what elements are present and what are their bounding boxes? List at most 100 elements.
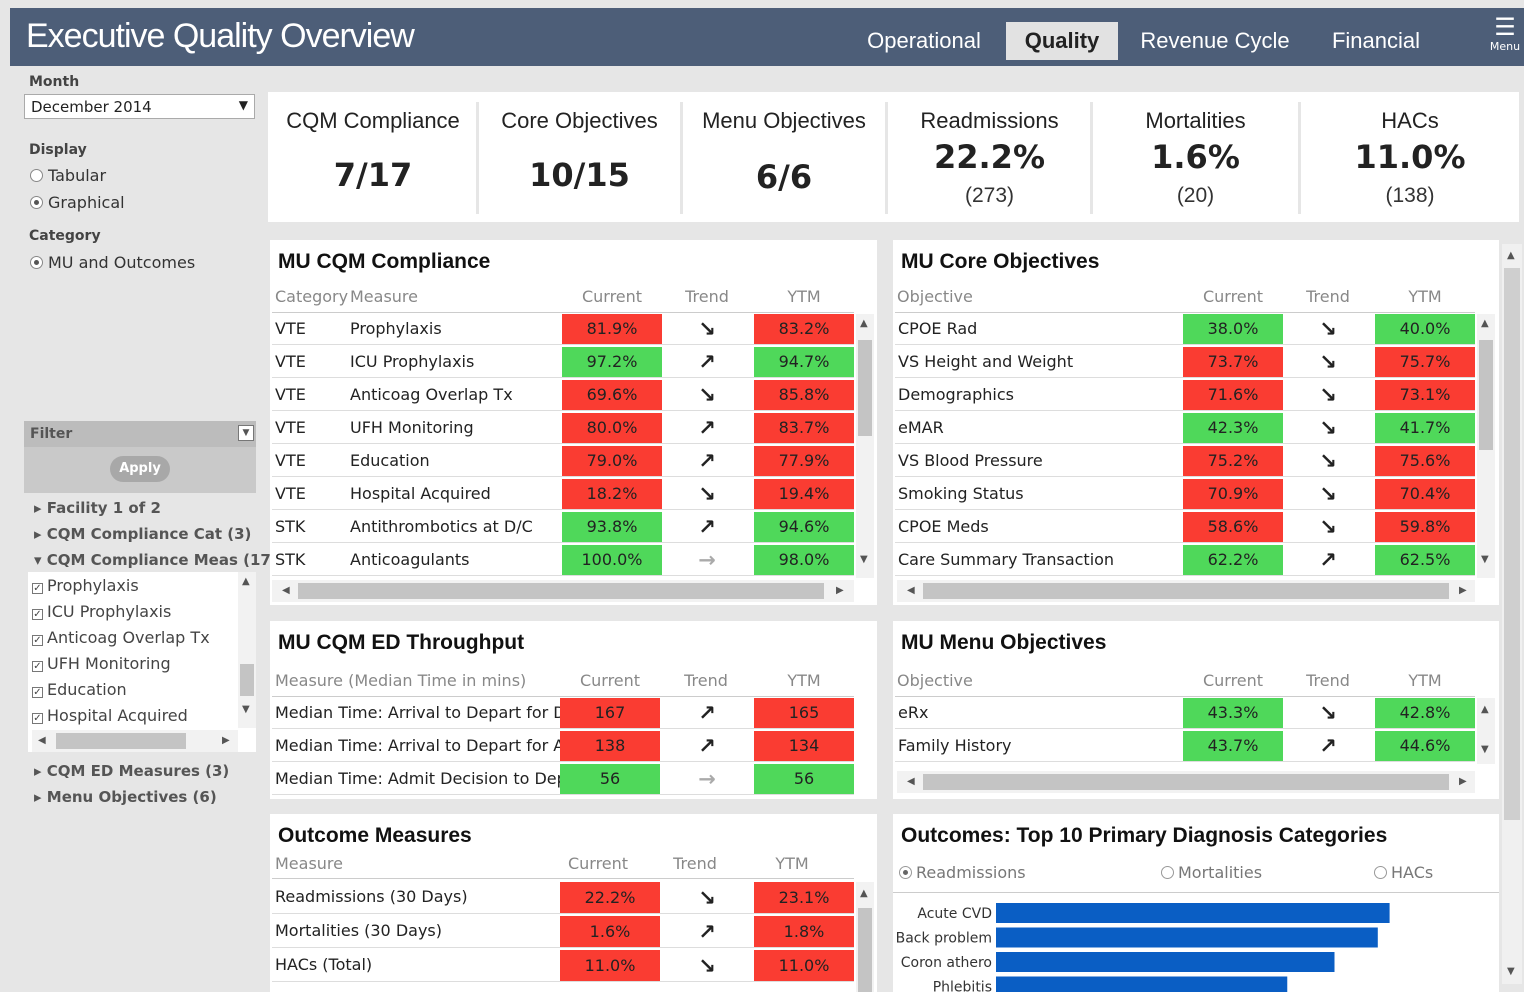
scrollbar-thumb[interactable] [923, 774, 1449, 790]
cell-ytm: 41.7% [1375, 413, 1475, 443]
filter-dropdown-icon[interactable]: ▼ [238, 425, 254, 441]
vertical-scrollbar[interactable]: ▲ ▼ [1477, 314, 1495, 578]
cell-name: Median Time: Arrival to Depart for A [275, 736, 563, 755]
bar[interactable] [996, 927, 1378, 948]
col-header-current: Current [1202, 287, 1264, 306]
menu-button[interactable]: ☰ Menu [1488, 14, 1522, 60]
kpi-mortalities[interactable]: Mortalities 1.6% (20) [1093, 92, 1298, 222]
panel-menu-objectives: MU Menu Objectives Objective Current Tre… [893, 621, 1499, 799]
cell-ytm: 56 [754, 764, 854, 794]
bar-label: Coron athero [901, 955, 992, 971]
kpi-core-objectives[interactable]: Core Objectives 10/15 [479, 92, 680, 222]
col-header-ytm: YTM [775, 854, 809, 873]
checkbox-prophylaxis[interactable]: ✓ Prophylaxis [32, 576, 139, 595]
checkbox-hospital-acquired[interactable]: ✓ Hospital Acquired [32, 706, 188, 725]
tab-operational[interactable]: Operational [866, 22, 982, 60]
trend-down-arrow-icon: ↘ [698, 482, 716, 506]
radio-mu-outcomes[interactable]: MU and Outcomes [30, 253, 195, 272]
col-header-trend: Trend [1306, 287, 1350, 306]
caret-right-icon: ▸ [34, 525, 47, 543]
vertical-scrollbar[interactable]: ▲ ▼ [1477, 698, 1495, 764]
tree-item-cqm-compliance-meas[interactable]: ▾ CQM Compliance Meas (17) [34, 551, 278, 569]
scrollbar-thumb[interactable] [1479, 340, 1493, 450]
radio-readmissions[interactable]: Readmissions [899, 863, 1026, 882]
checklist-horizontal-scrollbar[interactable]: ◀ ▶ [32, 730, 238, 752]
scroll-left-icon: ◀ [38, 735, 46, 746]
tab-quality[interactable]: Quality [1006, 22, 1118, 60]
panel-cqm-compliance: MU CQM Compliance Category Measure Curre… [270, 240, 877, 605]
cell-ytm: 83.2% [754, 314, 854, 344]
checkmark-icon: ✓ [32, 687, 43, 698]
tree-item-cqm-compliance-cat[interactable]: ▸ CQM Compliance Cat (3) [34, 525, 251, 543]
radio-hacs[interactable]: HACs [1374, 863, 1433, 882]
kpi-readmissions[interactable]: Readmissions 22.2% (273) [888, 92, 1091, 222]
tree-item-label: CQM ED Measures (3) [46, 762, 230, 780]
month-select-value: December 2014 [31, 98, 152, 116]
bar-label: Acute CVD [917, 906, 992, 922]
cell-name: VS Blood Pressure [898, 451, 1043, 470]
panel-title: MU CQM ED Throughput [278, 631, 525, 654]
col-header-trend: Trend [685, 287, 729, 306]
checklist-vertical-scrollbar[interactable]: ▲ ▼ [238, 572, 256, 728]
cell-measure: Education [350, 451, 430, 470]
cell-current: 79.0% [562, 446, 662, 476]
checkmark-icon: ✓ [32, 661, 43, 672]
cell-name: Readmissions (30 Days) [275, 887, 468, 906]
scroll-down-icon: ▼ [1507, 966, 1515, 977]
filter-label: Filter [30, 426, 73, 442]
tab-financial[interactable]: Financial [1320, 22, 1432, 60]
scrollbar-thumb[interactable] [923, 583, 1449, 599]
bar[interactable] [996, 976, 1288, 992]
bar[interactable] [996, 903, 1390, 923]
checkbox-ufh-monitoring[interactable]: ✓ UFH Monitoring [32, 654, 171, 673]
kpi-title: Readmissions [920, 108, 1059, 133]
checkbox-icu-prophylaxis[interactable]: ✓ ICU Prophylaxis [32, 602, 171, 621]
filter-header: Filter ▼ [24, 421, 256, 447]
main-vertical-scrollbar[interactable]: ▲ ▼ [1502, 244, 1522, 984]
checkbox-education[interactable]: ✓ Education [32, 680, 127, 699]
header-divider [895, 312, 1475, 313]
apply-button[interactable]: Apply [110, 456, 170, 482]
horizontal-scrollbar[interactable]: ◀ ▶ [272, 580, 854, 602]
checkbox-anticoag-overlap[interactable]: ✓ Anticoag Overlap Tx [32, 628, 210, 647]
kpi-title: HACs [1381, 108, 1439, 133]
col-header-ytm: YTM [1408, 287, 1442, 306]
bar[interactable] [996, 952, 1335, 972]
radio-tabular[interactable]: Tabular [30, 166, 106, 185]
col-header-current: Current [1202, 671, 1264, 690]
scrollbar-thumb[interactable] [858, 340, 872, 436]
cell-name: Median Time: Arrival to Depart for D [275, 703, 563, 722]
scroll-down-icon: ▼ [1481, 554, 1489, 565]
tab-revenue-cycle[interactable]: Revenue Cycle [1140, 22, 1290, 60]
col-header-trend: Trend [673, 854, 717, 873]
radio-selected-icon [30, 196, 43, 209]
scrollbar-thumb[interactable] [1504, 268, 1520, 820]
col-header-measure: Measure [275, 854, 343, 873]
radio-mortalities[interactable]: Mortalities [1161, 863, 1262, 882]
kpi-hacs[interactable]: HACs 11.0% (138) [1301, 92, 1519, 222]
trend-down-arrow-icon: ↘ [1319, 350, 1337, 374]
tree-item-cqm-ed-measures[interactable]: ▸ CQM ED Measures (3) [34, 762, 229, 780]
scroll-down-icon: ▼ [1481, 744, 1489, 755]
scrollbar-thumb[interactable] [298, 583, 824, 599]
horizontal-scrollbar[interactable]: ◀ ▶ [897, 580, 1475, 602]
kpi-cqm-compliance[interactable]: CQM Compliance 7/17 [268, 92, 478, 222]
scrollbar-thumb[interactable] [858, 908, 872, 992]
panel-ed-throughput: MU CQM ED Throughput Measure (Median Tim… [270, 621, 877, 799]
scroll-right-icon: ▶ [836, 585, 844, 596]
scrollbar-thumb[interactable] [56, 733, 186, 749]
radio-graphical[interactable]: Graphical [30, 193, 125, 212]
cell-current: 75.2% [1183, 446, 1283, 476]
kpi-menu-objectives[interactable]: Menu Objectives 6/6 [683, 92, 885, 222]
tree-item-facility[interactable]: ▸ Facility 1 of 2 [34, 499, 161, 517]
horizontal-scrollbar[interactable]: ◀ ▶ [897, 771, 1475, 793]
cell-ytm: 98.0% [754, 545, 854, 575]
cell-ytm: 11.0% [754, 950, 854, 981]
radio-mu-outcomes-label: MU and Outcomes [48, 253, 196, 272]
tree-item-menu-objectives[interactable]: ▸ Menu Objectives (6) [34, 788, 217, 806]
month-select[interactable]: December 2014 ▼ [24, 94, 255, 119]
vertical-scrollbar[interactable]: ▲ ▼ [856, 314, 874, 578]
vertical-scrollbar[interactable]: ▲ [856, 882, 874, 992]
header-divider [272, 878, 854, 879]
scrollbar-thumb[interactable] [240, 664, 254, 696]
